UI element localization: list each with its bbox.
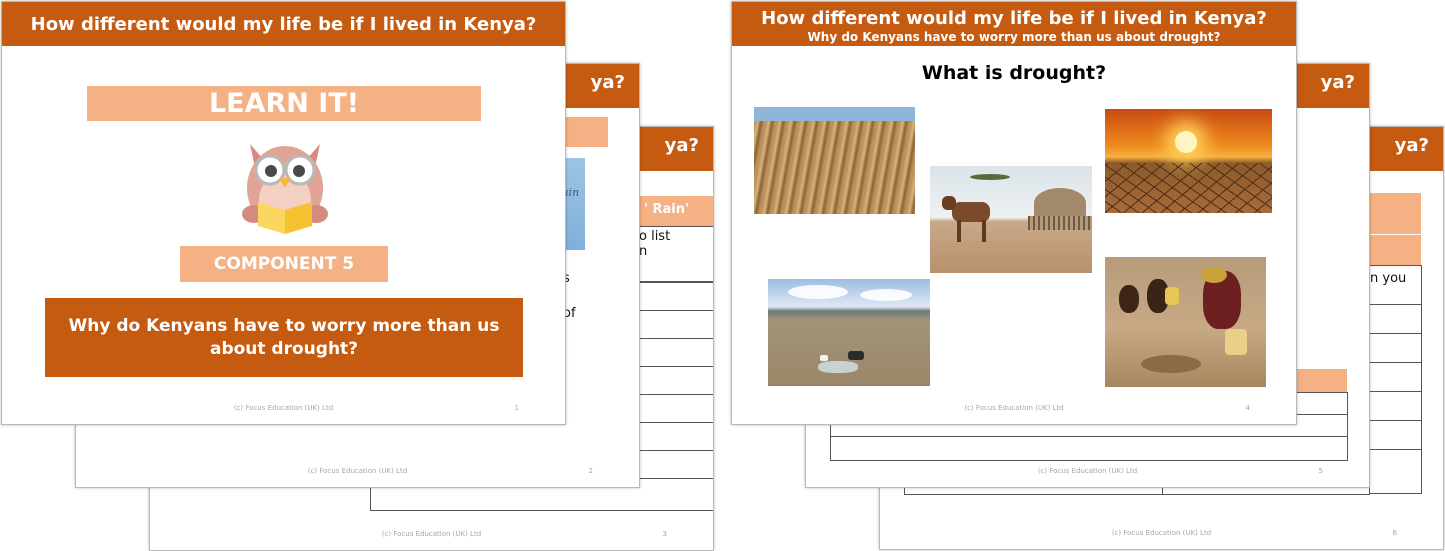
slide-3-table-header: ' Rain' (638, 196, 713, 226)
owl-reading-icon (242, 144, 328, 234)
slide-4-subtitle: Why do Kenyans have to worry more than u… (807, 30, 1221, 44)
drought-heading: What is drought? (921, 62, 1107, 84)
slide-6-table-row (1369, 420, 1422, 450)
question-box: Why do Kenyans have to worry more than u… (45, 298, 523, 377)
component-text: COMPONENT 5 (213, 254, 355, 274)
cracked-earth-sunset-photo (1105, 109, 1272, 213)
slide-1-title-bar: How different would my life be if I live… (2, 2, 565, 46)
slide-6-table-row (1369, 304, 1422, 334)
slide-2-footer: (c) Focus Education (UK) Ltd (307, 467, 408, 475)
slide-6-table-row (1369, 362, 1422, 392)
slide-3-title: ya? (664, 135, 699, 156)
slide-5-number: 5 (1318, 467, 1323, 475)
slide-2-title: ya? (590, 72, 625, 93)
slide-3-table-row (638, 282, 713, 311)
slide-3-table-row (638, 394, 713, 423)
slide-1-footer: (c) Focus Education (UK) Ltd (233, 404, 334, 412)
slide-6-table-row (1369, 391, 1422, 421)
slide-2-number: 2 (588, 467, 593, 475)
slide-3-footer: (c) Focus Education (UK) Ltd (381, 530, 482, 538)
learn-it-text: LEARN IT! (208, 88, 360, 119)
slide-6-text-line-1: n you (1370, 271, 1407, 286)
slide-6-number: 6 (1392, 529, 1397, 537)
slide-5-table-header (1297, 369, 1347, 393)
slide-1[interactable]: How different would my life be if I live… (1, 1, 566, 425)
slide-3-table-row (638, 310, 713, 339)
slide-4-title: How different would my life be if I live… (761, 8, 1267, 29)
slide-3-table-row (638, 366, 713, 395)
slide-5-title: ya? (1320, 72, 1355, 93)
question-text: Why do Kenyans have to worry more than u… (68, 316, 500, 359)
slide-5-footer: (c) Focus Education (UK) Ltd (1037, 467, 1138, 475)
slide-3-header-text: ' Rain' (644, 202, 689, 217)
slide-3-text-line-1: o list (639, 229, 671, 244)
slide-3-number: 3 (662, 530, 667, 538)
learn-it-banner: LEARN IT! (87, 86, 481, 121)
component-badge: COMPONENT 5 (180, 246, 388, 282)
slide-4[interactable]: How different would my life be if I live… (731, 1, 1297, 425)
digging-for-water-photo (1105, 257, 1266, 387)
dry-waterhole-photo (768, 279, 930, 386)
slide-6-table-subheader (1369, 235, 1421, 265)
slide-1-number: 1 (514, 404, 519, 412)
slide-6-footer: (c) Focus Education (UK) Ltd (1111, 529, 1212, 537)
slide-3-table-row (638, 422, 713, 451)
slide-3-text-line-2: n (639, 244, 648, 259)
dried-crops-photo (754, 107, 915, 214)
slide-6-table-header (1369, 193, 1421, 234)
slide-4-footer: (c) Focus Education (UK) Ltd (964, 404, 1064, 412)
slide-4-number: 4 (1245, 404, 1250, 412)
slide-5-table-row (830, 436, 1348, 461)
slide-3-table-row (638, 338, 713, 367)
slide-1-title: How different would my life be if I live… (30, 14, 537, 35)
slide-6-table-row (1369, 333, 1422, 363)
slide-6-title: ya? (1394, 135, 1429, 156)
slide-2-banner (563, 117, 608, 147)
slide-6-table-row (1369, 449, 1422, 494)
slide-4-title-bar: How different would my life be if I live… (732, 2, 1296, 46)
cow-and-hut-photo (930, 166, 1092, 273)
